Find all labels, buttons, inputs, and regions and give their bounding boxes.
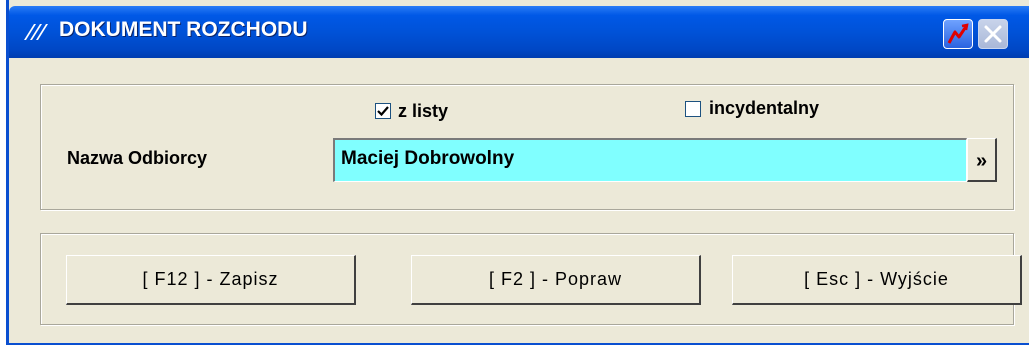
from-list-label: z listy [398, 101, 449, 121]
recipient-lookup-button[interactable]: » [967, 138, 997, 182]
recipient-label: Nazwa Odbiorcy [67, 148, 208, 168]
exit-button[interactable]: [ Esc ] - Wyjście [732, 255, 1022, 305]
title-bar[interactable]: DOKUMENT ROZCHODU [9, 6, 1029, 58]
fix-button[interactable]: [ F2 ] - Popraw [411, 255, 701, 305]
recipient-input[interactable]: Maciej Dobrowolny [333, 138, 967, 182]
dialog-window: DOKUMENT ROZCHODU z listy incydentalny N… [6, 0, 1029, 345]
app-logo-icon [23, 20, 49, 42]
help-button[interactable] [943, 19, 973, 49]
from-list-checkbox[interactable] [375, 103, 391, 119]
incidental-checkbox[interactable] [685, 101, 701, 117]
window-title: DOKUMENT ROZCHODU [59, 18, 308, 41]
incidental-label: incydentalny [709, 98, 820, 118]
close-button[interactable] [978, 19, 1008, 49]
checkmark-icon [376, 105, 390, 122]
save-button[interactable]: [ F12 ] - Zapisz [66, 255, 356, 305]
